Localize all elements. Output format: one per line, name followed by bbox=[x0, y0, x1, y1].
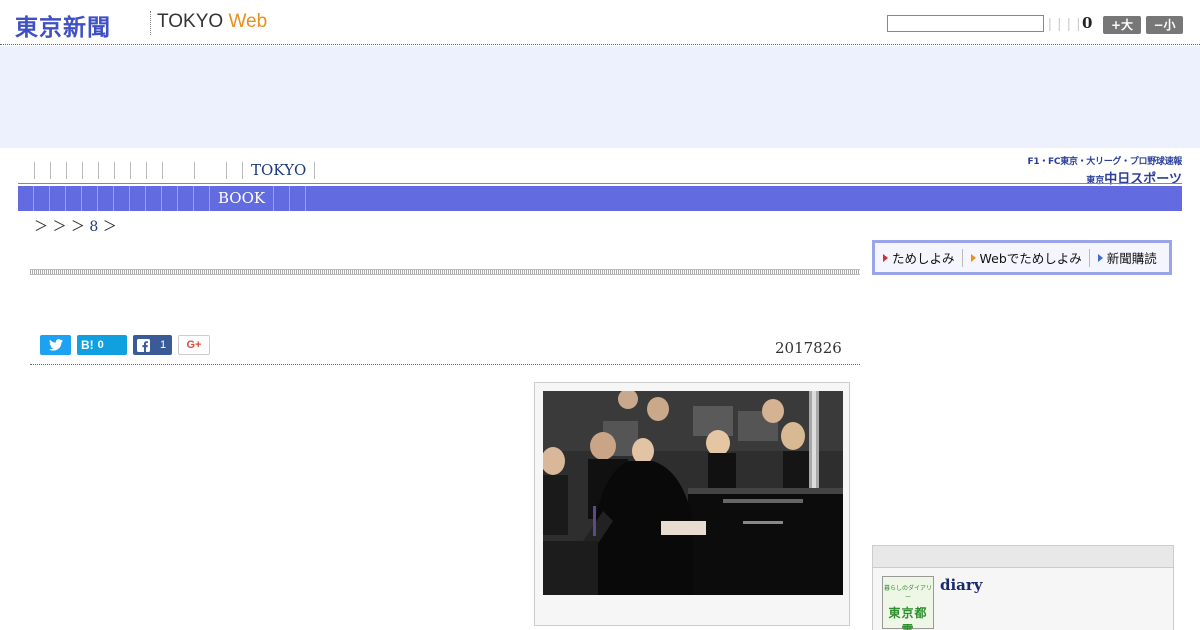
site-header: 東京新聞 TOKYO Web | | | | 0 +大 −小 bbox=[0, 0, 1200, 45]
category-nav-bar: BOOK bbox=[18, 186, 1182, 211]
font-size-increase-button[interactable]: +大 bbox=[1103, 16, 1141, 34]
nav-item[interactable] bbox=[226, 161, 242, 179]
category-nav-item[interactable] bbox=[162, 186, 178, 211]
ad-banner-area bbox=[0, 46, 1200, 148]
diary-thumbnail[interactable]: 暮らしのダイアリー 東京都電 diary bbox=[882, 576, 934, 630]
category-nav-item[interactable] bbox=[18, 186, 34, 211]
chunichi-tagline: F1・FC東京・大リーグ・プロ野球速報 bbox=[1027, 157, 1183, 167]
category-nav-item[interactable] bbox=[130, 186, 146, 211]
category-nav-item[interactable] bbox=[290, 186, 307, 211]
twitter-share-button[interactable] bbox=[40, 335, 71, 355]
logo-web-text: Web bbox=[228, 11, 268, 32]
header-separators: | | | | bbox=[1048, 15, 1082, 31]
arrow-right-icon bbox=[883, 253, 888, 262]
google-plus-share-button[interactable]: G+ bbox=[178, 335, 210, 355]
hatena-icon: B! bbox=[81, 338, 94, 352]
category-nav-item[interactable] bbox=[178, 186, 194, 211]
diary-title-link[interactable]: diary bbox=[940, 576, 983, 594]
diary-widget-header bbox=[873, 546, 1173, 568]
breadcrumb-link[interactable]: 8 bbox=[89, 219, 98, 235]
subscribe-link[interactable]: 新聞購読 bbox=[1090, 249, 1164, 267]
article-title-rule bbox=[30, 269, 860, 275]
article-photo[interactable] bbox=[543, 391, 843, 595]
diary-thumb-mid: 東京都電 bbox=[888, 606, 928, 630]
facebook-share-button[interactable]: 1 bbox=[133, 335, 172, 355]
nav-item[interactable] bbox=[82, 161, 98, 179]
chunichi-name: 中日スポーツ bbox=[1104, 172, 1182, 187]
category-nav-item[interactable] bbox=[50, 186, 66, 211]
diary-thumb-top: 暮らしのダイアリー bbox=[883, 585, 932, 601]
search-input[interactable] bbox=[887, 15, 1044, 32]
nav-item[interactable] bbox=[130, 161, 146, 179]
breadcrumb-separators: ＞ ＞ ＞ bbox=[34, 219, 85, 235]
arrow-right-icon bbox=[970, 253, 976, 262]
nav-item[interactable] bbox=[162, 161, 194, 179]
article-photo-frame bbox=[534, 382, 850, 626]
logo-en-text: TOKYO bbox=[157, 11, 224, 32]
category-nav-item[interactable] bbox=[98, 186, 114, 211]
category-nav-item-book[interactable]: BOOK bbox=[210, 186, 275, 211]
nav-item[interactable] bbox=[50, 161, 66, 179]
tokyo-web-logo[interactable]: TOKYO Web bbox=[157, 11, 267, 33]
category-nav-item[interactable] bbox=[274, 186, 291, 211]
category-nav-item[interactable] bbox=[146, 186, 162, 211]
web-trial-read-label: Webでためしよみ bbox=[979, 251, 1082, 266]
nav-item-tokyo[interactable]: TOKYO bbox=[242, 161, 316, 179]
logo-divider bbox=[150, 11, 151, 35]
trial-read-link[interactable]: ためしよみ bbox=[875, 248, 963, 267]
web-trial-read-link[interactable]: Webでためしよみ bbox=[963, 248, 1090, 267]
nav-item[interactable] bbox=[194, 161, 226, 179]
subscribe-label: 新聞購読 bbox=[1106, 251, 1157, 266]
chunichi-prefix: 東京 bbox=[1086, 176, 1105, 186]
pianist-orchestra-image bbox=[543, 391, 843, 595]
category-nav-item[interactable] bbox=[66, 186, 82, 211]
article-divider bbox=[30, 364, 860, 365]
facebook-icon bbox=[137, 338, 150, 352]
category-nav-item[interactable] bbox=[194, 186, 210, 211]
nav-divider bbox=[18, 183, 1182, 184]
breadcrumb: ＞ ＞ ＞ 8 ＞ bbox=[34, 216, 117, 236]
social-share-buttons: B! 0 1 G+ bbox=[40, 335, 210, 355]
category-nav-item[interactable] bbox=[82, 186, 98, 211]
hatena-bookmark-button[interactable]: B! 0 bbox=[77, 335, 127, 355]
subscription-links: ためしよみ Webでためしよみ 新聞購読 bbox=[872, 240, 1172, 275]
twitter-icon bbox=[48, 339, 63, 351]
header-count: 0 bbox=[1082, 14, 1093, 32]
article-date: 2017826 bbox=[775, 339, 842, 357]
arrow-right-icon bbox=[1097, 253, 1103, 262]
nav-item[interactable] bbox=[66, 161, 82, 179]
font-size-decrease-button[interactable]: −小 bbox=[1146, 16, 1183, 34]
category-nav-item[interactable] bbox=[114, 186, 130, 211]
category-nav-item[interactable] bbox=[34, 186, 50, 211]
trial-read-label: ためしよみ bbox=[892, 251, 955, 266]
site-logo[interactable]: 東京新聞 bbox=[15, 8, 111, 42]
sidebar-diary-widget: 暮らしのダイアリー 東京都電 diary diary bbox=[872, 545, 1174, 630]
breadcrumb-separator: ＞ bbox=[102, 219, 117, 235]
primary-nav: TOKYO bbox=[34, 160, 316, 180]
nav-item[interactable] bbox=[98, 161, 114, 179]
facebook-count: 1 bbox=[160, 339, 167, 351]
hatena-count: 0 bbox=[97, 339, 104, 351]
nav-item[interactable] bbox=[34, 161, 50, 179]
nav-item[interactable] bbox=[114, 161, 130, 179]
nav-item[interactable] bbox=[146, 161, 162, 179]
